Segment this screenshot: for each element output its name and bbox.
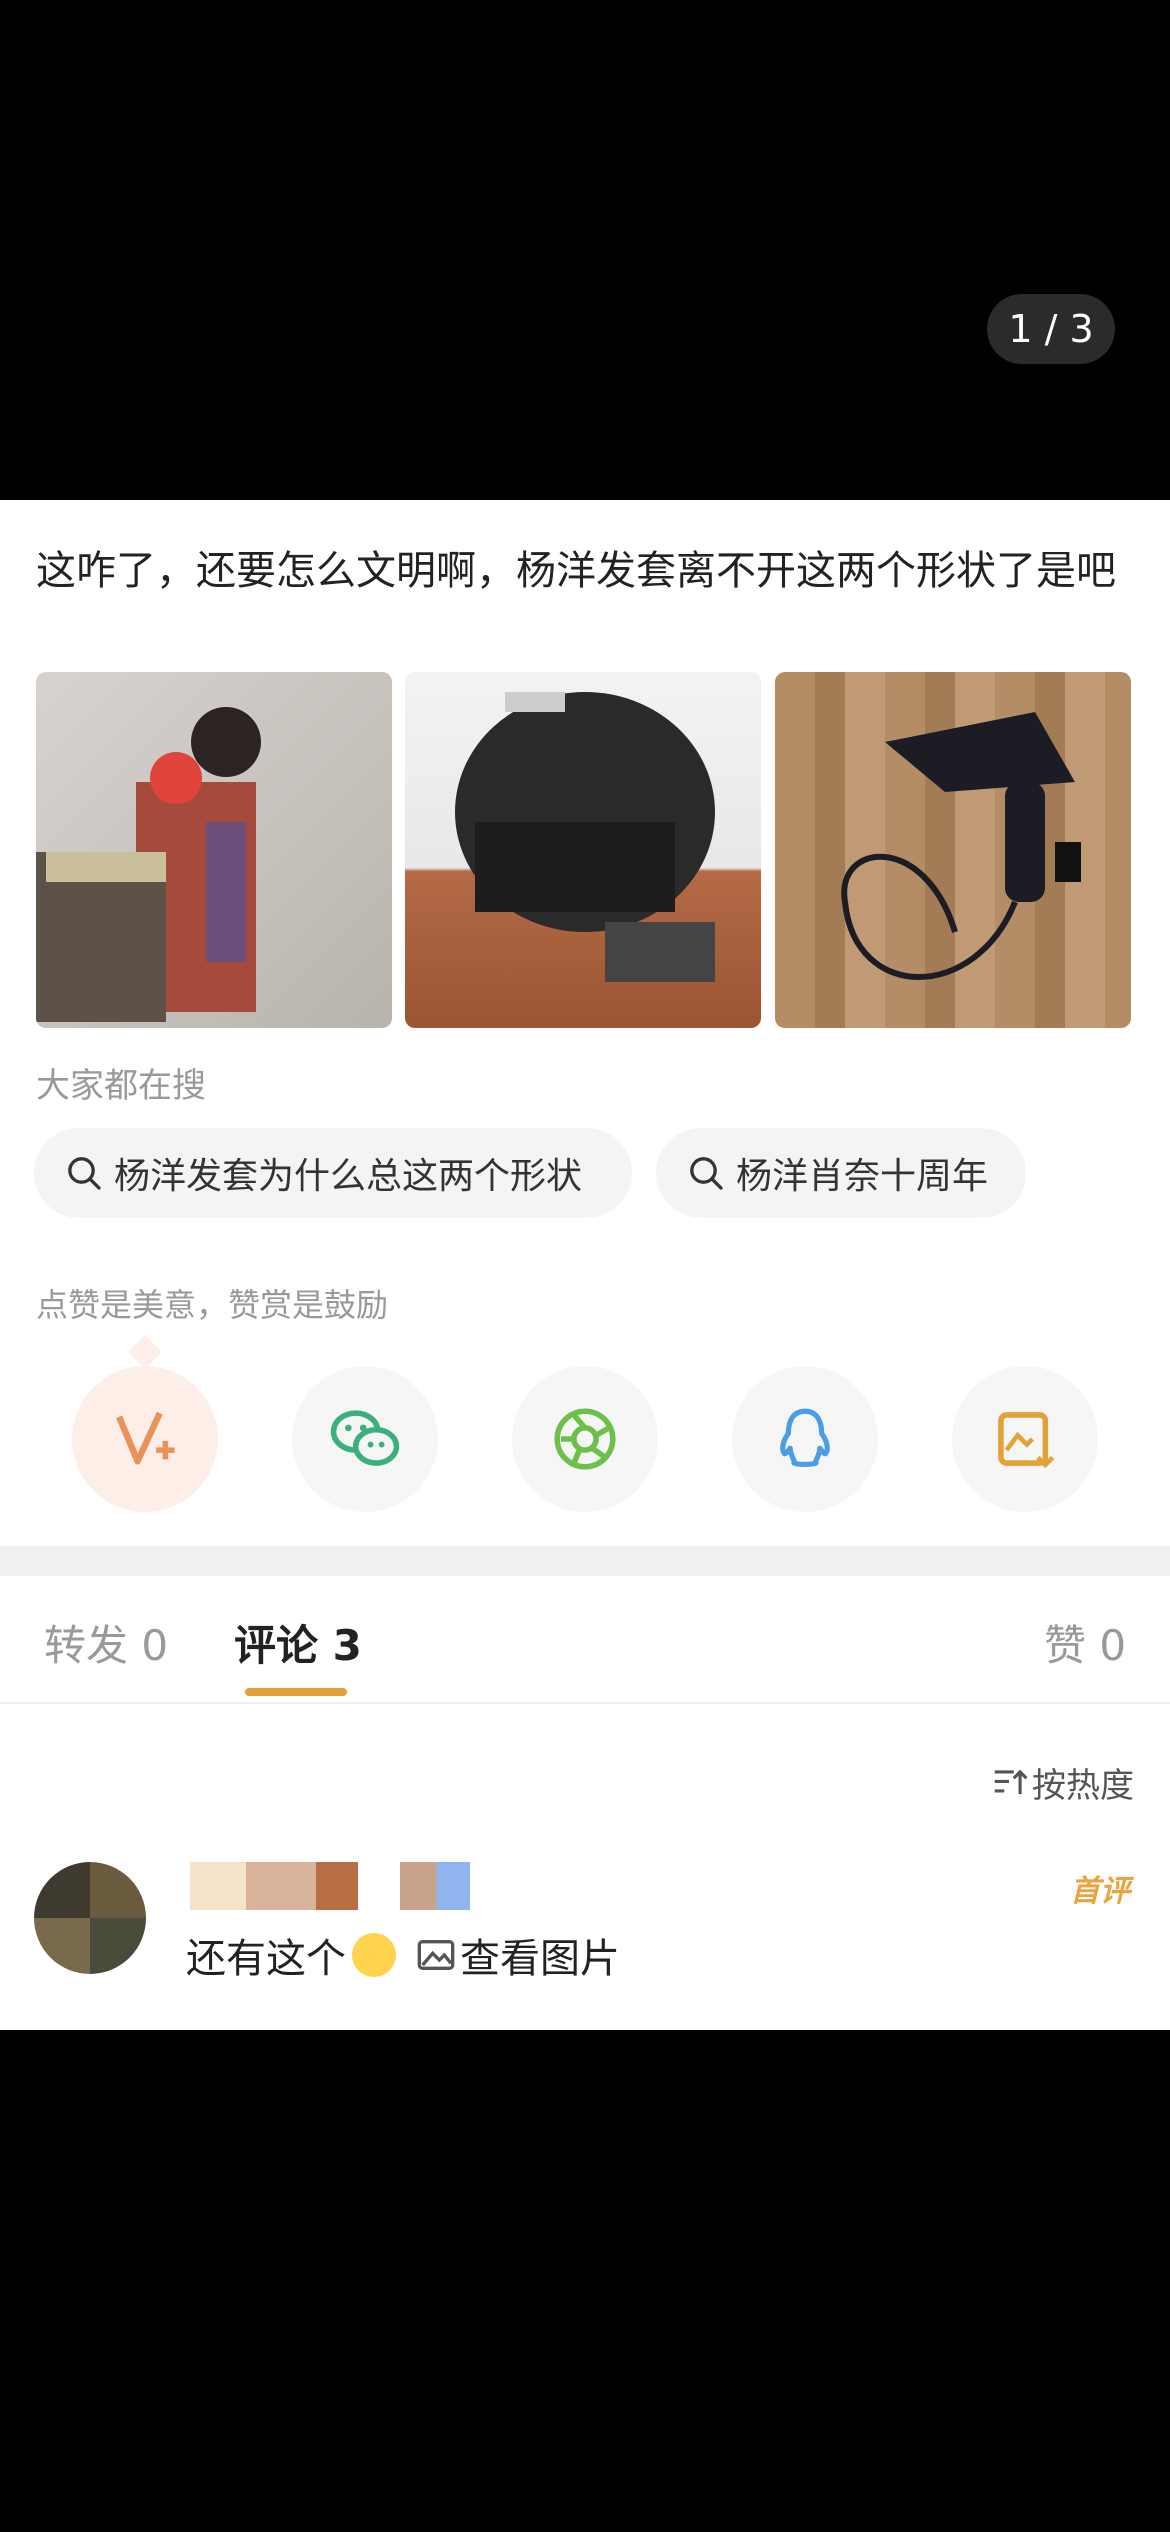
post-image-1[interactable] [36, 672, 392, 1028]
avatar[interactable] [34, 1862, 146, 1974]
post-image-2[interactable] [405, 672, 761, 1028]
tooltip-notch [128, 1335, 162, 1369]
tab-repost[interactable]: 转发 0 [44, 1612, 168, 1673]
post-text: 这咋了，还要怎么文明啊，杨洋发套离不开这两个形状了是吧 [36, 548, 1116, 594]
wechat-share-button[interactable] [292, 1366, 438, 1512]
crying-emoji-icon [352, 1933, 396, 1977]
comment-body: 还有这个 查看图片 [186, 1926, 620, 1984]
moments-icon [554, 1408, 616, 1470]
search-chip-label: 杨洋发套为什么总这两个形状 [114, 1156, 583, 1197]
comment-text: 还有这个 [186, 1936, 346, 1982]
active-tab-indicator [245, 1688, 347, 1696]
search-icon [68, 1157, 101, 1190]
tab-likes[interactable]: 赞 0 [1044, 1612, 1126, 1673]
helmet-photo [455, 692, 715, 982]
qq-share-button[interactable] [732, 1366, 878, 1512]
qq-icon [780, 1408, 830, 1468]
v-plus-icon [116, 1411, 175, 1465]
moments-share-button[interactable] [512, 1366, 658, 1512]
image-counter: 1 / 3 [987, 294, 1115, 364]
image-icon [417, 1940, 455, 1970]
sort-icon [994, 1769, 1028, 1794]
tab-comments[interactable]: 评论 3 [234, 1612, 362, 1673]
person-photo [36, 707, 261, 1022]
reward-hint: 点赞是美意，赞赏是鼓励 [36, 1286, 389, 1324]
sort-label: 按热度 [1032, 1766, 1134, 1806]
share-row [0, 1366, 1170, 1512]
post-card: 这咋了，还要怎么文明啊，杨洋发套离不开这两个形状了是吧 大家都在搜 杨洋发套为什… [0, 500, 1170, 2030]
interaction-tabs: 转发 0 评论 3 赞 0 [0, 1576, 1170, 1704]
search-icon [690, 1157, 723, 1190]
first-comment-badge: 首评 [1070, 1874, 1130, 1909]
search-chip-1[interactable]: 杨洋发套为什么总这两个形状 [34, 1128, 632, 1218]
section-divider [0, 1546, 1170, 1576]
post-image-3[interactable] [775, 672, 1131, 1028]
search-chip-label: 杨洋肖奈十周年 [736, 1156, 989, 1197]
save-image-button[interactable] [952, 1366, 1098, 1512]
sort-button[interactable]: 按热度 [990, 1758, 1134, 1807]
wechat-icon [330, 1410, 400, 1466]
v-plus-button[interactable] [72, 1366, 218, 1512]
save-image-icon [998, 1412, 1055, 1469]
commenter-name-mosaic[interactable] [190, 1862, 470, 1910]
view-image-link[interactable]: 查看图片 [460, 1926, 620, 1984]
trending-search-title: 大家都在搜 [36, 1066, 206, 1106]
hair-dryer-photo [841, 712, 1081, 980]
search-chip-2[interactable]: 杨洋肖奈十周年 [656, 1128, 1026, 1218]
